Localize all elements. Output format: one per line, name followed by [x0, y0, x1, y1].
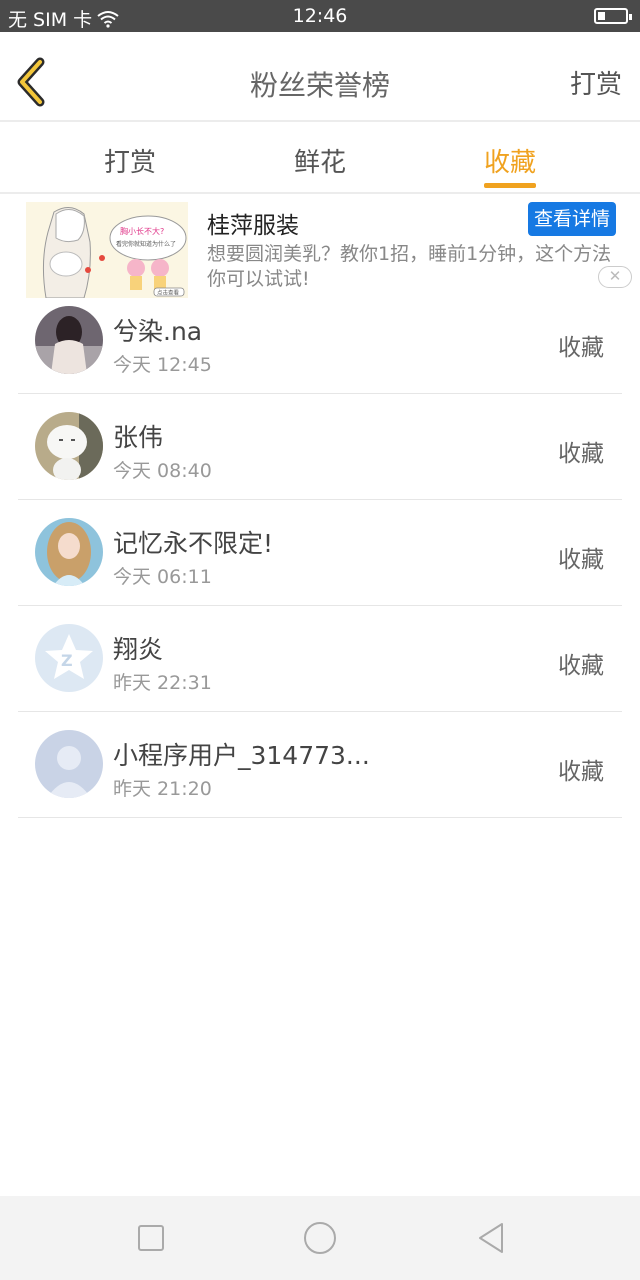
tab-flowers[interactable]: 鲜花 — [270, 142, 370, 179]
ad-description: 想要圆润美乳？教你1招，睡前1分钟，这个方法你可以试试! — [207, 243, 612, 290]
recent-apps-icon[interactable] — [133, 1220, 169, 1256]
favorites-list: 兮染.na 今天 12:45 收藏 张伟 今天 08:40 收藏 记忆永不限定!… — [0, 288, 640, 818]
ad-image-headline: 胸小长不大? — [120, 226, 164, 236]
timestamp: 昨天 21:20 — [113, 778, 212, 800]
favorite-label: 收藏 — [558, 547, 604, 573]
list-item[interactable]: 兮染.na 今天 12:45 收藏 — [18, 288, 622, 394]
user-name: 翔炎 — [113, 635, 164, 664]
avatar — [35, 518, 103, 586]
list-item[interactable]: Z 翔炎 昨天 22:31 收藏 — [18, 606, 622, 712]
timestamp: 今天 08:40 — [113, 460, 212, 482]
status-bar: 无 SIM 卡 12:46 — [0, 0, 640, 32]
list-item[interactable]: 小程序用户_314773... 昨天 21:20 收藏 — [18, 712, 622, 818]
avatar: Z — [35, 624, 103, 692]
ad-close-icon[interactable]: ✕ — [598, 266, 632, 288]
avatar — [35, 412, 103, 480]
ad-banner[interactable]: 胸小长不大? 看完你就知道为什么了 点击查看 桂萍服装 查看详情 想要圆润美乳？… — [0, 194, 640, 298]
ad-image-subline: 看完你就知道为什么了 — [116, 240, 176, 248]
favorite-label: 收藏 — [558, 441, 604, 467]
avatar — [35, 306, 103, 374]
favorite-label: 收藏 — [558, 335, 604, 361]
tab-bar: 打赏 鲜花 收藏 — [0, 122, 640, 194]
active-tab-indicator — [484, 183, 536, 188]
user-name: 张伟 — [113, 423, 164, 452]
back-icon[interactable] — [474, 1220, 510, 1256]
favorite-label: 收藏 — [558, 759, 604, 785]
timestamp: 今天 06:11 — [113, 566, 212, 588]
tab-favorites[interactable]: 收藏 — [460, 142, 560, 179]
timestamp: 今天 12:45 — [113, 354, 212, 376]
ad-image[interactable]: 胸小长不大? 看完你就知道为什么了 点击查看 — [26, 202, 188, 298]
user-name: 小程序用户_314773... — [113, 741, 370, 770]
timestamp: 昨天 22:31 — [113, 672, 212, 694]
reward-button[interactable]: 打赏 — [570, 64, 622, 101]
ad-view-details-button[interactable]: 查看详情 — [528, 202, 616, 236]
nav-bar: 粉丝荣誉榜 打赏 — [0, 32, 640, 122]
page-title: 粉丝荣誉榜 — [249, 69, 390, 102]
user-name: 兮染.na — [113, 317, 203, 346]
system-nav-bar — [0, 1196, 640, 1280]
favorite-label: 收藏 — [558, 653, 604, 679]
user-name: 记忆永不限定! — [113, 529, 274, 558]
avatar — [35, 730, 103, 798]
clock: 12:46 — [292, 5, 348, 27]
home-icon[interactable] — [302, 1220, 338, 1256]
battery-icon — [594, 8, 632, 24]
tab-reward[interactable]: 打赏 — [80, 142, 180, 179]
list-item[interactable]: 记忆永不限定! 今天 06:11 收藏 — [18, 500, 622, 606]
ad-title: 桂萍服装 — [207, 213, 299, 239]
list-item[interactable]: 张伟 今天 08:40 收藏 — [18, 394, 622, 500]
svg-text:Z: Z — [61, 651, 73, 670]
